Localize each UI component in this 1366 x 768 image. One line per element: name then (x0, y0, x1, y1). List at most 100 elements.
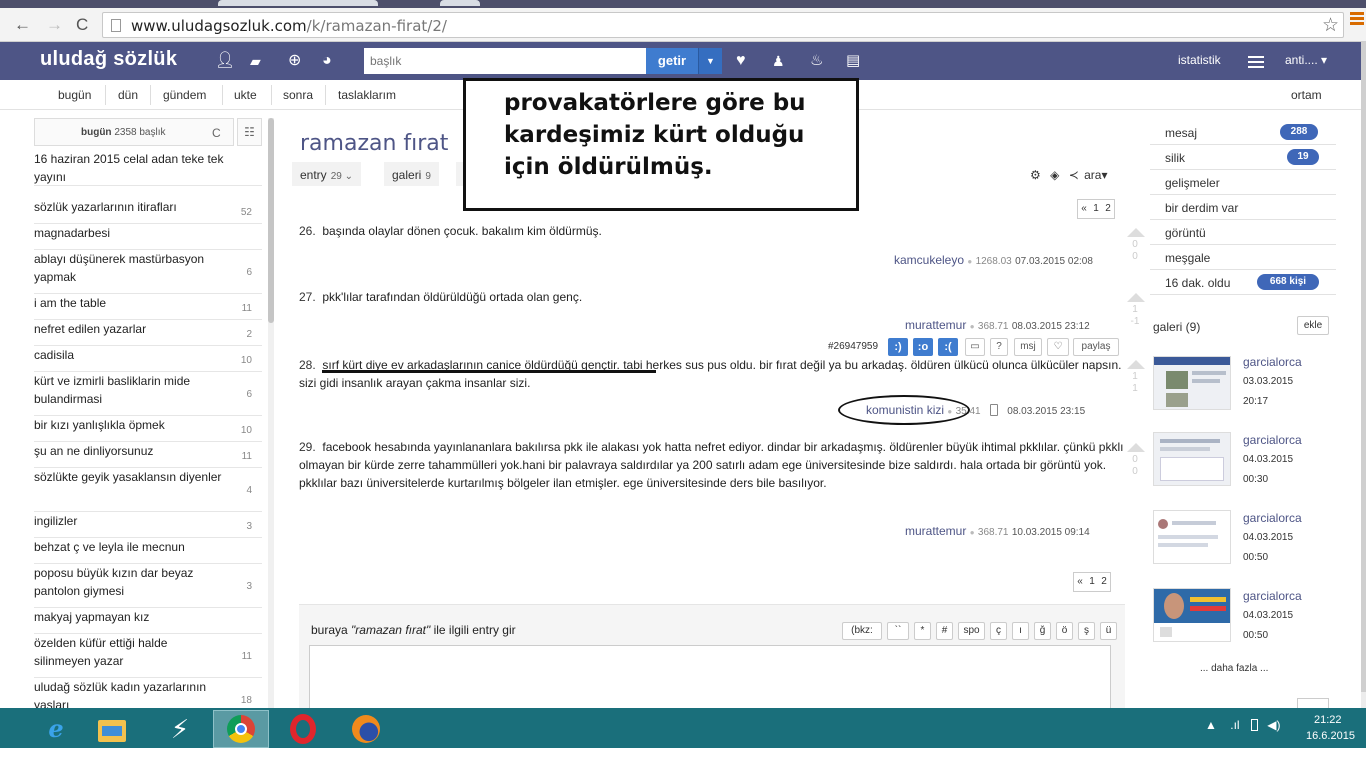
search-input[interactable] (364, 48, 646, 74)
topic-list-item[interactable]: makyaj yapmayan kız (34, 608, 262, 634)
hash-button[interactable]: # (936, 622, 953, 640)
topic-list-item[interactable]: kürt ve izmirli basliklarin mide bulandi… (34, 372, 262, 416)
gallery-thumbnail[interactable] (1153, 432, 1231, 486)
browser-tab[interactable] (218, 0, 378, 6)
internet-explorer-icon[interactable]: e (30, 712, 82, 746)
message-button[interactable]: msj (1014, 338, 1042, 356)
pager-prev[interactable]: « (1078, 200, 1090, 218)
settings-icon[interactable]: ⚙ (1030, 168, 1041, 182)
author-name[interactable]: murattemur (905, 318, 966, 332)
entry-date[interactable]: 10.03.2015 09:14 (1012, 527, 1090, 538)
topic-list-item[interactable]: poposu büyük kızın dar beyaz pantolon gi… (34, 564, 262, 608)
page-scrollbar-thumb[interactable] (1361, 42, 1366, 692)
topic-list-menu-icon[interactable]: ☷ (237, 118, 262, 146)
browser-menu-icon[interactable] (1350, 12, 1364, 28)
tag-icon[interactable]: ◈ (1050, 168, 1059, 182)
help-button[interactable]: ? (990, 338, 1008, 356)
comment-icon[interactable]: ▭ (965, 338, 985, 356)
subnav-bugun[interactable]: bugün (58, 88, 91, 102)
subnav-taslaklarim[interactable]: taslaklarım (338, 88, 396, 102)
topic-list-item[interactable]: cadisila 10 (34, 346, 262, 372)
topic-list-item[interactable]: şu an ne dinliyorsunuz 11 (34, 442, 262, 468)
spoiler-button[interactable]: spo (958, 622, 985, 640)
pager-page-1[interactable]: 1 (1090, 200, 1102, 218)
right-nav-item[interactable]: silik 19 (1150, 145, 1336, 170)
topic-list-item[interactable]: behzat ç ve leyla ile mecnun (34, 538, 262, 564)
signal-icon[interactable]: .ıl (1230, 718, 1239, 732)
author-name[interactable]: murattemur (905, 524, 966, 538)
vote-box[interactable]: 00 (1127, 443, 1145, 478)
author-name[interactable]: kamcukeleyo (894, 253, 964, 267)
surprised-button[interactable]: :o (913, 338, 933, 356)
firefox-icon[interactable] (340, 712, 392, 746)
char-s-button[interactable]: ş (1078, 622, 1095, 640)
search-button[interactable]: getir (646, 48, 698, 74)
battery-icon[interactable] (1250, 719, 1258, 731)
globe-icon[interactable]: ⊕ (288, 52, 301, 70)
right-nav-item[interactable]: gelişmeler (1150, 170, 1336, 195)
char-c-button[interactable]: ç (990, 622, 1007, 640)
tab-galeri[interactable]: galeri 9 (384, 162, 439, 186)
chrome-icon[interactable] (215, 712, 267, 746)
forward-arrow-icon[interactable]: → (46, 16, 63, 33)
gallery-user[interactable]: garcialorca (1243, 589, 1302, 603)
tray-expand-icon[interactable]: ▲ (1205, 718, 1217, 732)
entry-date[interactable]: 08.03.2015 23:12 (1012, 321, 1090, 332)
bookmark-star-icon[interactable]: ☆ (1322, 14, 1339, 37)
today-header[interactable]: bugün 2358 başlık C (34, 118, 234, 146)
fire-icon[interactable]: ♨ (810, 52, 823, 70)
char-i-button[interactable]: ı (1012, 622, 1029, 640)
topic-list-item[interactable]: uludağ sözlük kadın yazarlarının yaşları… (34, 678, 262, 708)
pager-page-1[interactable]: 1 (1086, 573, 1098, 591)
search-dropdown-button[interactable]: ▼ (698, 48, 722, 74)
upvote-arrow-icon[interactable] (1127, 228, 1145, 237)
opera-icon[interactable] (278, 712, 330, 746)
share-icon[interactable]: ≺ (1069, 168, 1079, 182)
pager-prev[interactable]: « (1074, 573, 1086, 591)
search-in-topic[interactable]: ara▾ (1084, 168, 1107, 182)
char-o-button[interactable]: ö (1056, 622, 1073, 640)
book-icon[interactable]: ▤ (846, 52, 860, 70)
ortam-link[interactable]: ortam (1291, 88, 1322, 102)
upvote-arrow-icon[interactable] (1127, 443, 1145, 452)
char-u-button[interactable]: ü (1100, 622, 1117, 640)
subnav-dun[interactable]: dün (118, 88, 138, 102)
right-nav-item[interactable]: mesaj 288 (1150, 120, 1336, 145)
topic-list-item[interactable]: nefret edilen yazarlar 2 (34, 320, 262, 346)
istatistik-link[interactable]: istatistik (1178, 53, 1221, 67)
vote-box[interactable]: 11 (1127, 360, 1145, 395)
favorite-heart-icon[interactable]: ♡ (1047, 338, 1069, 356)
clock-date[interactable]: 16.6.2015 (1306, 730, 1355, 742)
file-explorer-icon[interactable] (92, 714, 132, 744)
messages-icon[interactable]: ▰ (250, 52, 261, 70)
user-icon[interactable]: 👤︎ (215, 52, 235, 70)
topic-list-item[interactable]: sözlükte geyik yasaklansın diyenler 4 (34, 468, 262, 512)
volume-icon[interactable]: ◀) (1267, 718, 1280, 732)
vote-box[interactable]: 1 -1 (1127, 293, 1145, 328)
clock-time[interactable]: 21:22 (1314, 714, 1342, 726)
bkz-button[interactable]: (bkz: (842, 622, 882, 640)
heart-icon[interactable]: ♥ (736, 52, 746, 70)
upvote-arrow-icon[interactable] (1127, 293, 1145, 302)
tab-entry[interactable]: entry 29 ⌄ (292, 162, 361, 186)
gallery-user[interactable]: garcialorca (1243, 433, 1302, 447)
entry-date[interactable]: 08.03.2015 23:15 (1007, 406, 1085, 417)
backtick-button[interactable]: `` (887, 622, 909, 640)
address-bar[interactable]: www.uludagsozluk.com/k/ramazan-firat/2/ … (102, 12, 1344, 38)
back-arrow-icon[interactable]: ← (14, 16, 31, 33)
gallery-thumbnail[interactable] (1153, 588, 1231, 642)
gallery-user[interactable]: garcialorca (1243, 511, 1302, 525)
winamp-icon[interactable]: ⚡ (154, 712, 206, 746)
right-nav-item[interactable]: görüntü (1150, 220, 1336, 245)
browser-new-tab[interactable] (440, 0, 480, 6)
page-title[interactable]: ramazan fırat (300, 131, 448, 156)
pager-page-2[interactable]: 2 (1102, 200, 1114, 218)
list-icon[interactable] (1248, 56, 1264, 68)
char-g-button[interactable]: ğ (1034, 622, 1051, 640)
friends-icon[interactable]: ♟ (772, 52, 785, 70)
topic-list-item[interactable]: bir kızı yanlışlıkla öpmek 10 (34, 416, 262, 442)
topic-list-item[interactable]: ablayı düşünerek mastürbasyon yapmak 6 (34, 250, 262, 294)
clock-icon[interactable]: ◕ (322, 52, 332, 70)
vote-box[interactable]: 00 (1127, 228, 1145, 263)
topic-list-item[interactable]: sözlük yazarlarının itirafları 52 (34, 198, 262, 224)
